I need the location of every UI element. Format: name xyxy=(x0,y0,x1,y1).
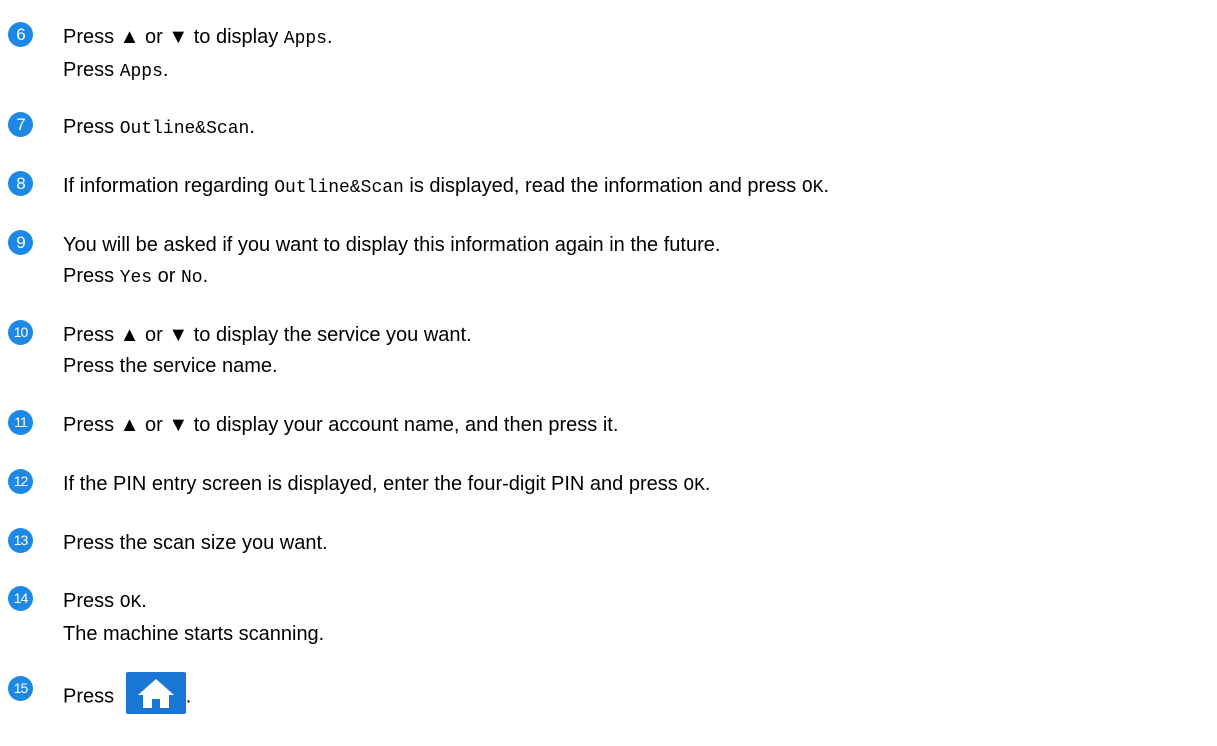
lcd-label: Apps xyxy=(283,29,327,49)
home-icon xyxy=(137,679,174,708)
step-text: Press Outline&Scan. xyxy=(63,112,255,145)
lcd-label: Yes xyxy=(119,268,153,288)
step-line: Press the scan size you want. xyxy=(63,532,328,554)
step-number-badge: 14 xyxy=(8,586,33,611)
step-line: Press Outline&Scan. xyxy=(63,116,255,139)
step-line: You will be asked if you want to display… xyxy=(63,234,721,256)
step-text: You will be asked if you want to display… xyxy=(63,230,720,294)
step-text: Press the scan size you want. xyxy=(63,528,328,559)
step-number-badge: 8 xyxy=(8,171,33,196)
step-line: Press OK. xyxy=(63,590,147,613)
lcd-label: Outline&Scan xyxy=(119,119,250,139)
step-number-badge: 9 xyxy=(8,230,33,255)
step-line: Press Apps. xyxy=(63,59,169,82)
lcd-label: OK xyxy=(683,476,705,496)
step-number-badge: 7 xyxy=(8,112,33,137)
lcd-label: No xyxy=(181,268,203,288)
step-line: If information regarding Outline&Scan is… xyxy=(63,175,830,198)
step-line: Press ▲ or ▼ to display the service you … xyxy=(63,324,472,346)
step-number-badge: 11 xyxy=(8,410,33,435)
step-text: Press ▲ or ▼ to display your account nam… xyxy=(63,410,618,441)
step-number-badge: 12 xyxy=(8,469,33,494)
lcd-label: Apps xyxy=(119,62,163,82)
step-line: If the PIN entry screen is displayed, en… xyxy=(63,473,711,496)
step-line: Press the service name. xyxy=(63,355,278,377)
home-button xyxy=(125,672,186,714)
step-text: Press OK. The machine starts scanning. xyxy=(63,586,324,650)
step-number-badge: 6 xyxy=(8,22,33,47)
lcd-label: OK xyxy=(801,178,824,198)
step-text: If information regarding Outline&Scan is… xyxy=(63,171,829,204)
lcd-label: Outline&Scan xyxy=(274,178,404,198)
step-line: The machine starts scanning. xyxy=(63,623,325,645)
step-number-badge: 10 xyxy=(8,320,33,345)
step-number-badge: 15 xyxy=(8,676,33,701)
step-text: Press ▲ or ▼ to display Apps. Press Apps… xyxy=(63,22,333,88)
step-line: Press ▲ or ▼ to display your account nam… xyxy=(63,414,619,436)
step-text: Press . xyxy=(63,672,191,718)
step-line: Press Yes or No. xyxy=(63,265,209,288)
step-line: Press ▲ or ▼ to display Apps. xyxy=(63,26,333,49)
step-line: Press . xyxy=(63,672,191,718)
step-text: If the PIN entry screen is displayed, en… xyxy=(63,469,710,502)
step-number-badge: 13 xyxy=(8,528,33,553)
step-text: Press ▲ or ▼ to display the service you … xyxy=(63,320,472,382)
lcd-label: OK xyxy=(119,593,142,613)
